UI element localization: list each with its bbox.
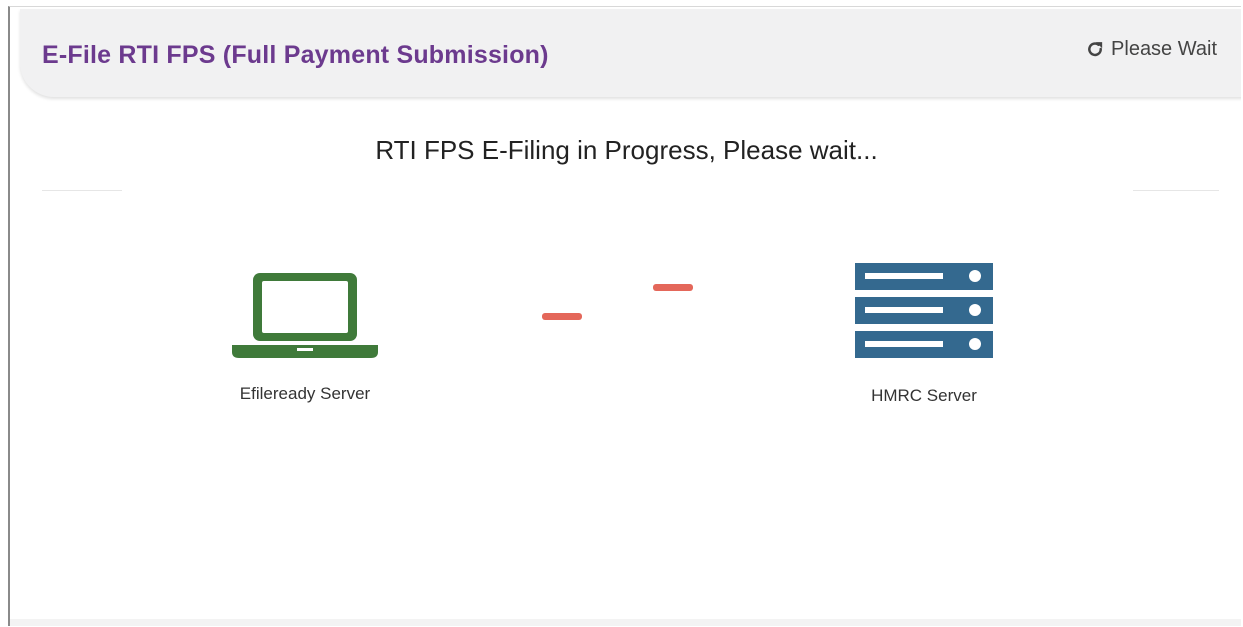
transfer-dash bbox=[542, 313, 582, 320]
efileready-server-label: Efileready Server bbox=[239, 384, 371, 403]
panel-header: E-File RTI FPS (Full Payment Submission) bbox=[20, 9, 1241, 97]
status-indicator: Please Wait bbox=[1086, 38, 1217, 61]
bottom-strip bbox=[10, 619, 1241, 626]
page-title: E-File RTI FPS (Full Payment Submission) bbox=[42, 41, 549, 69]
server-icon bbox=[855, 263, 993, 364]
progress-message: RTI FPS E-Filing in Progress, Please wai… bbox=[375, 135, 878, 165]
divider-left bbox=[42, 190, 122, 191]
transfer-dash bbox=[653, 284, 693, 291]
status-text: Please Wait bbox=[1111, 38, 1217, 60]
laptop-icon bbox=[230, 271, 380, 364]
efileready-server-node: Efileready Server bbox=[225, 271, 385, 404]
hmrc-server-label: HMRC Server bbox=[871, 386, 977, 405]
divider-right bbox=[1133, 190, 1219, 191]
refresh-icon bbox=[1086, 40, 1105, 59]
efiling-panel: E-File RTI FPS (Full Payment Submission)… bbox=[8, 6, 1241, 626]
hmrc-server-node: HMRC Server bbox=[842, 263, 1006, 406]
